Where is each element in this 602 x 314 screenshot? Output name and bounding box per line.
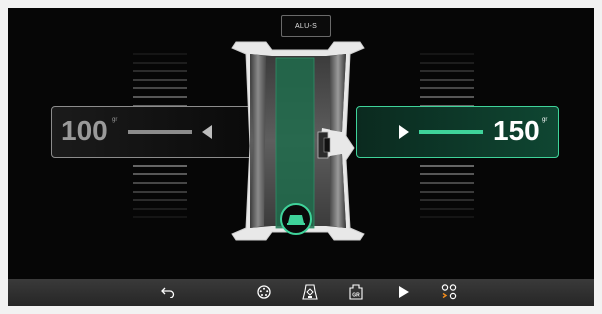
left-weight-unit: gr — [112, 117, 118, 123]
scale-tick — [133, 191, 187, 193]
wheel-adhesive-weight-icon — [302, 284, 318, 300]
scale-tick — [133, 79, 187, 81]
menu-dots-icon — [441, 284, 457, 300]
scale-tick — [420, 216, 474, 218]
scale-tick — [133, 96, 187, 98]
scale-tick — [420, 191, 474, 193]
back-arrow-icon — [161, 287, 175, 298]
left-direction-arrow-icon — [202, 125, 212, 139]
scale-tick — [420, 53, 474, 55]
scale-tick — [420, 70, 474, 72]
right-weight-unit: gr — [542, 117, 548, 123]
scale-tick — [420, 62, 474, 64]
play-button[interactable] — [393, 281, 415, 303]
right-weight-value: 150 — [493, 115, 540, 146]
gr-weight-label: GR — [352, 293, 360, 299]
scale-tick — [420, 79, 474, 81]
menu-button[interactable] — [438, 281, 460, 303]
right-direction-arrow-icon — [399, 125, 409, 139]
bottom-toolbar: GR — [8, 279, 594, 306]
scale-tick — [420, 87, 474, 89]
balancer-screen: ALU-S 100 gr 150 gr GR — [8, 8, 594, 306]
right-plane-panel[interactable]: 150 gr — [356, 106, 559, 158]
wheel-mode-button[interactable]: ALU-S — [281, 15, 331, 37]
scale-tick — [133, 208, 187, 210]
scale-tick — [133, 165, 187, 167]
right-position-bar — [419, 130, 483, 134]
gr-weight-button[interactable]: GR — [345, 281, 367, 303]
scale-tick — [133, 199, 187, 201]
gr-weight-icon: GR — [349, 284, 363, 300]
wheel-bolt-pattern-icon — [257, 285, 271, 299]
left-weight-value: 100 — [61, 115, 108, 146]
scale-tick — [133, 70, 187, 72]
scale-tick — [133, 87, 187, 89]
play-icon — [399, 286, 409, 298]
scale-tick — [133, 62, 187, 64]
weight-placement-button[interactable] — [299, 281, 321, 303]
scale-tick — [133, 182, 187, 184]
scale-tick — [420, 96, 474, 98]
bolt-pattern-button[interactable] — [253, 281, 275, 303]
wheel-mode-label: ALU-S — [294, 22, 318, 30]
scale-tick — [420, 165, 474, 167]
back-button[interactable] — [157, 281, 179, 303]
scale-tick — [133, 216, 187, 218]
scale-tick — [133, 53, 187, 55]
scale-tick — [420, 182, 474, 184]
left-position-bar — [128, 130, 192, 134]
scale-tick — [420, 199, 474, 201]
scale-tick — [420, 208, 474, 210]
scale-tick — [420, 173, 474, 175]
scale-tick — [133, 173, 187, 175]
wheel-rim-cross-section — [231, 41, 365, 241]
